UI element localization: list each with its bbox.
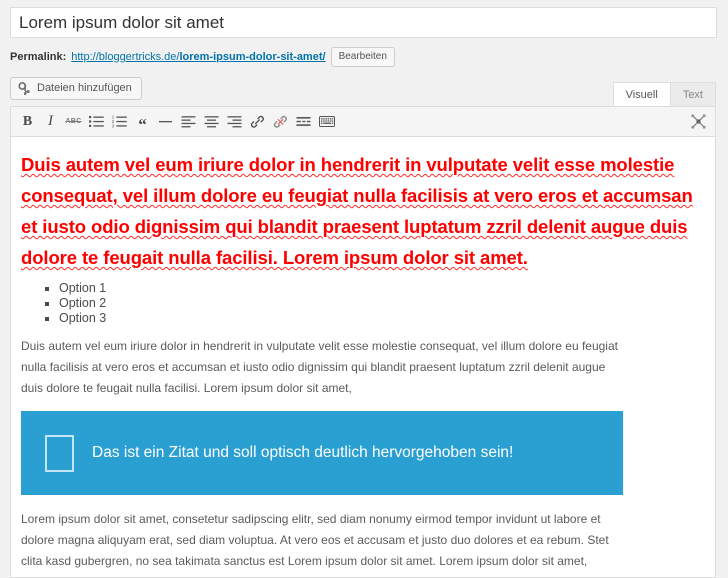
options-bullet-list: Option 1 Option 2 Option 3	[21, 281, 703, 326]
quote-text: Das ist ein Zitat und soll optisch deutl…	[92, 444, 514, 461]
body-paragraph-1: Duis autem vel eum iriure dolor in hendr…	[21, 339, 618, 395]
missing-glyph-box-icon	[45, 434, 74, 472]
fullscreen-icon[interactable]	[688, 111, 709, 132]
media-buttons-bar: Dateien hinzufügen Visuell Text	[10, 76, 716, 106]
editor-box: B I ABC 1 2 3 “ Duis autem vel eum iriur…	[10, 106, 716, 578]
strikethrough-icon[interactable]: ABC	[63, 111, 84, 132]
editor-wrap: Dateien hinzufügen Visuell Text B I ABC	[10, 76, 716, 578]
body-paragraph-2: Lorem ipsum dolor sit amet, consetetur s…	[21, 512, 609, 577]
post-title-input[interactable]	[10, 7, 717, 38]
permalink-slug: lorem-ipsum-dolor-sit-amet/	[179, 51, 326, 63]
list-item: Option 3	[59, 311, 703, 326]
align-center-icon[interactable]	[201, 111, 222, 132]
toggle-toolbar-icon[interactable]	[316, 111, 337, 132]
align-left-icon[interactable]	[178, 111, 199, 132]
highlighted-quote-box: Das ist ein Zitat und soll optisch deutl…	[21, 411, 623, 495]
list-item: Option 2	[59, 296, 703, 311]
editor-mode-tabs: Visuell Text	[612, 82, 716, 106]
tab-text[interactable]: Text	[669, 82, 716, 106]
permalink-url-link[interactable]: http://bloggertricks.de/lorem-ipsum-dolo…	[71, 51, 325, 63]
media-camera-music-icon	[18, 81, 32, 96]
edit-permalink-button[interactable]: Bearbeiten	[330, 47, 395, 67]
list-item: Option 1	[59, 281, 703, 296]
align-right-icon[interactable]	[224, 111, 245, 132]
horizontal-rule-icon[interactable]	[155, 111, 176, 132]
bold-icon[interactable]: B	[17, 111, 38, 132]
title-field-wrap	[0, 0, 728, 38]
unordered-list-icon[interactable]	[86, 111, 107, 132]
italic-icon[interactable]: I	[40, 111, 61, 132]
insert-link-icon[interactable]	[247, 111, 268, 132]
read-more-icon[interactable]	[293, 111, 314, 132]
blockquote-icon[interactable]: “	[132, 108, 153, 136]
permalink-label: Permalink:	[10, 51, 67, 63]
editor-content-area[interactable]: Duis autem vel eum iriure dolor in hendr…	[11, 137, 715, 577]
add-media-label: Dateien hinzufügen	[37, 82, 132, 94]
add-media-button[interactable]: Dateien hinzufügen	[10, 77, 142, 100]
wordpress-post-editor: Permalink: http://bloggertricks.de/lorem…	[0, 0, 728, 578]
red-heading-paragraph: Duis autem vel eum iriure dolor in hendr…	[21, 154, 693, 268]
permalink-row: Permalink: http://bloggertricks.de/lorem…	[0, 38, 728, 67]
svg-text:3: 3	[112, 124, 115, 129]
tab-visual[interactable]: Visuell	[612, 82, 671, 106]
unlink-icon[interactable]	[270, 111, 291, 132]
permalink-base: http://bloggertricks.de/	[71, 51, 180, 63]
ordered-list-icon[interactable]: 1 2 3	[109, 111, 130, 132]
editor-toolbar: B I ABC 1 2 3 “	[11, 107, 715, 137]
